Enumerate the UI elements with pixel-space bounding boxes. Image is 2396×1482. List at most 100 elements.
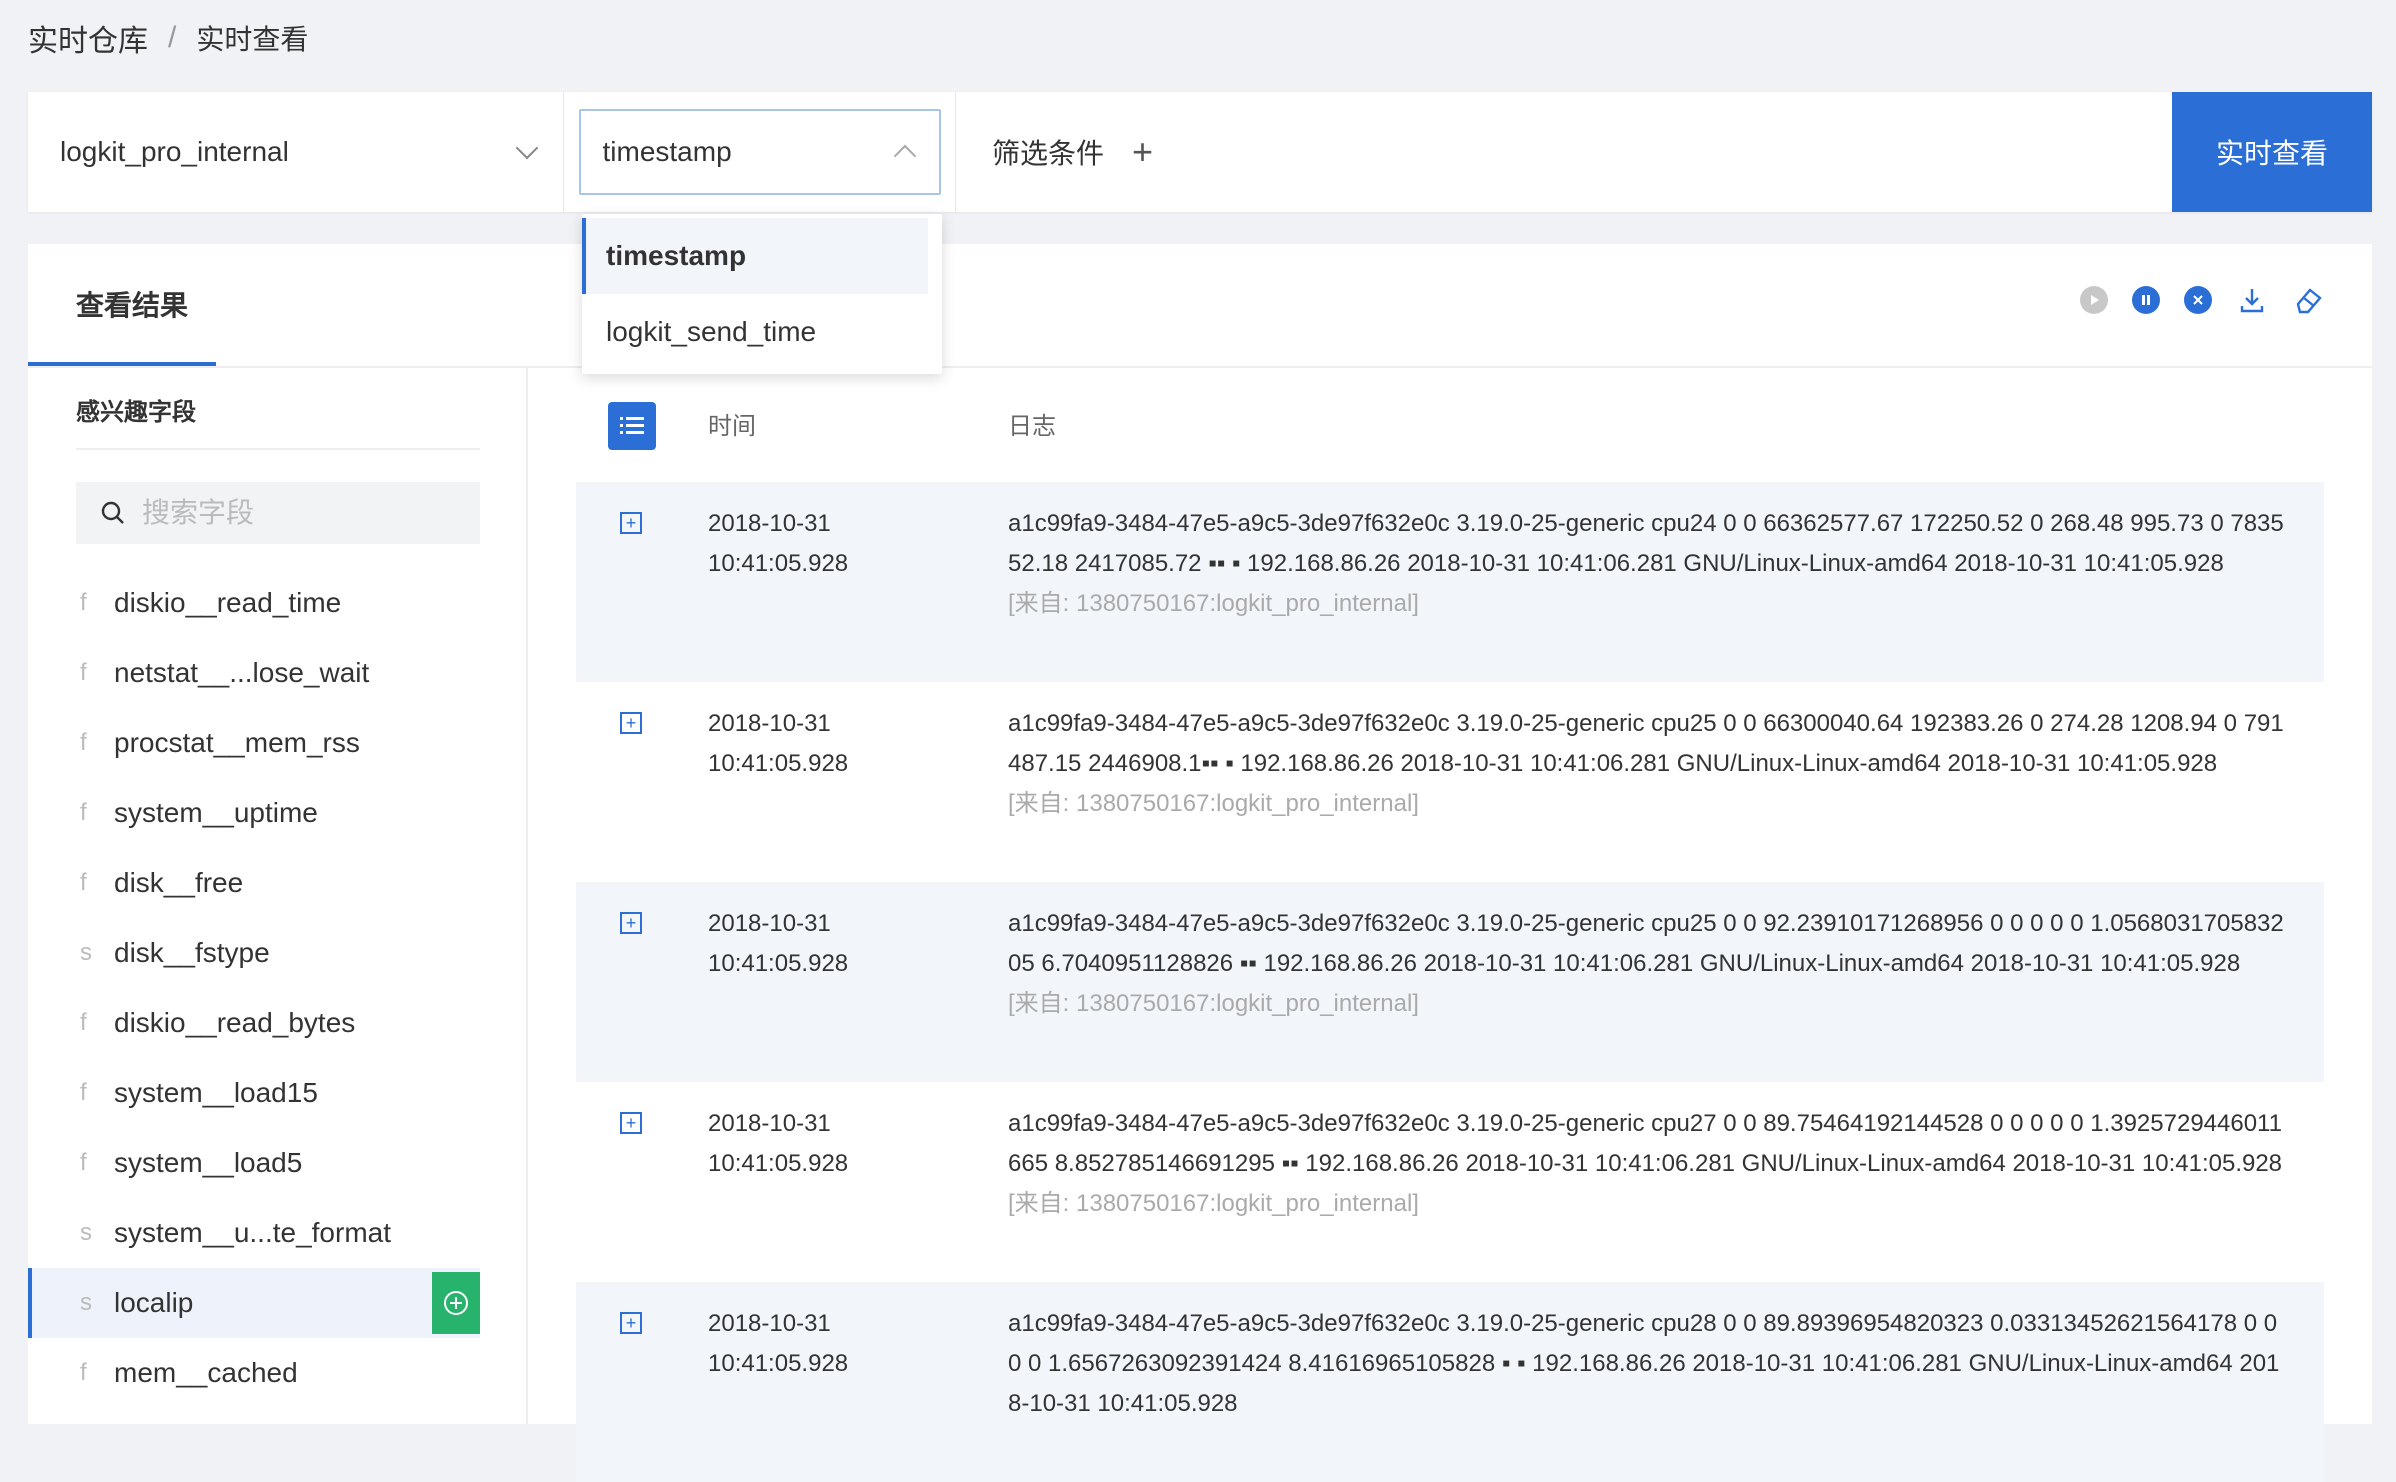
row-log-content: a1c99fa9-3484-47e5-a9c5-3de97f632e0c 3.1… (1008, 904, 2288, 1024)
field-name: disk__free (114, 867, 244, 898)
row-log-source: [来自: 1380750167:logkit_pro_internal] (1008, 990, 1419, 1017)
field-name: system__uptime (114, 797, 318, 828)
download-icon[interactable] (2236, 284, 2268, 316)
breadcrumb-separator: / (168, 21, 177, 54)
log-row: + 2018-10-31 10:41:05.928 a1c99fa9-3484-… (576, 1082, 2324, 1282)
row-date: 2018-10-31 (708, 510, 831, 537)
row-date: 2018-10-31 (708, 1310, 831, 1337)
field-item-localip[interactable]: s localip (28, 1268, 480, 1338)
row-timestamp: 2018-10-31 10:41:05.928 (708, 704, 848, 784)
eraser-icon[interactable] (2292, 284, 2324, 316)
field-type: f (80, 659, 87, 686)
field-type: f (80, 1359, 87, 1386)
row-timestamp: 2018-10-31 10:41:05.928 (708, 1304, 848, 1384)
row-time: 10:41:05.928 (708, 1150, 849, 1177)
pause-icon[interactable] (2132, 286, 2160, 314)
field-list: f diskio__read_time f netstat__...lose_w… (28, 568, 528, 1408)
row-log-content: a1c99fa9-3484-47e5-a9c5-3de97f632e0c 3.1… (1008, 704, 2288, 824)
row-log-text: a1c99fa9-3484-47e5-a9c5-3de97f632e0c 3.1… (1008, 1310, 2280, 1417)
field-type: s (80, 1289, 92, 1316)
expand-plus-icon[interactable]: + (620, 1312, 642, 1334)
field-type: f (80, 1149, 87, 1176)
result-actions (2080, 284, 2324, 316)
add-filter-icon[interactable]: + (1132, 134, 1153, 170)
field-item-netstat-close-wait[interactable]: f netstat__...lose_wait (28, 638, 528, 708)
filter-label: 筛选条件 (992, 138, 1105, 169)
sidebar-divider (76, 448, 480, 450)
field-name: disk__fstype (114, 937, 270, 968)
row-log-source: [来自: 1380750167:logkit_pro_internal] (1008, 1190, 1419, 1217)
row-timestamp: 2018-10-31 10:41:05.928 (708, 1104, 848, 1184)
realtime-view-button[interactable]: 实时查看 (2172, 92, 2372, 212)
field-item-system-load15[interactable]: f system__load15 (28, 1058, 528, 1128)
play-icon[interactable] (2080, 286, 2108, 314)
field-item-disk-free[interactable]: f disk__free (28, 848, 528, 918)
field-type: f (80, 589, 87, 616)
results-title[interactable]: 查看结果 (76, 284, 188, 324)
field-item-mem-cached[interactable]: f mem__cached (28, 1338, 528, 1408)
query-toolbar: logkit_pro_internal timestamp 筛选条件 + 实时查… (28, 92, 2372, 212)
field-type: f (80, 729, 87, 756)
field-name: system__u...te_format (114, 1217, 392, 1248)
row-log-source: [来自: 1380750167:logkit_pro_internal] (1008, 590, 1419, 617)
expand-plus-icon[interactable]: + (620, 1112, 642, 1134)
field-item-procstat-mem-rss[interactable]: f procstat__mem_rss (28, 708, 528, 778)
dropdown-option-timestamp[interactable]: timestamp (582, 218, 928, 294)
row-timestamp: 2018-10-31 10:41:05.928 (708, 904, 848, 984)
field-type: s (80, 939, 92, 966)
field-type: f (80, 799, 87, 826)
add-field-button[interactable] (432, 1272, 480, 1334)
field-item-system-uptime[interactable]: f system__uptime (28, 778, 528, 848)
log-table: 时间 日志 + 2018-10-31 10:41:05.928 a1c99fa9… (576, 368, 2324, 1482)
plus-circle-icon (444, 1291, 468, 1315)
field-search-box (76, 482, 480, 544)
field-name: netstat__...lose_wait (114, 657, 370, 688)
row-log-content: a1c99fa9-3484-47e5-a9c5-3de97f632e0c 3.1… (1008, 504, 2288, 624)
log-row: + 2018-10-31 10:41:05.928 a1c99fa9-3484-… (576, 482, 2324, 682)
field-name: localip (114, 1287, 194, 1318)
field-item-diskio-read-bytes[interactable]: f diskio__read_bytes (28, 988, 528, 1058)
breadcrumb-current: 实时查看 (196, 24, 309, 55)
list-view-icon[interactable] (608, 402, 656, 450)
field-item-system-load5[interactable]: f system__load5 (28, 1128, 528, 1198)
sidebar-title: 感兴趣字段 (76, 399, 196, 426)
row-log-content: a1c99fa9-3484-47e5-a9c5-3de97f632e0c 3.1… (1008, 1104, 2288, 1224)
close-icon[interactable] (2184, 286, 2212, 314)
field-search-input[interactable] (140, 496, 460, 530)
field-type: f (80, 1079, 87, 1106)
log-row: + 2018-10-31 10:41:05.928 a1c99fa9-3484-… (576, 682, 2324, 882)
field-item-system-uptime-format[interactable]: s system__u...te_format (28, 1198, 528, 1268)
row-log-text: a1c99fa9-3484-47e5-a9c5-3de97f632e0c 3.1… (1008, 910, 2284, 977)
row-date: 2018-10-31 (708, 1110, 831, 1137)
filter-area: 筛选条件 + (956, 92, 2172, 212)
row-log-source: [来自: 1380750167:logkit_pro_internal] (1008, 790, 1419, 817)
expand-plus-icon[interactable]: + (620, 912, 642, 934)
dropdown-option-logkit-send-time[interactable]: logkit_send_time (582, 294, 942, 370)
row-time: 10:41:05.928 (708, 950, 849, 977)
column-header-time: 时间 (708, 413, 756, 440)
repo-select-value: logkit_pro_internal (60, 136, 289, 167)
field-type: s (80, 1219, 92, 1246)
results-tab-indicator (28, 362, 216, 366)
chevron-down-icon (515, 136, 539, 160)
field-name: system__load15 (114, 1077, 318, 1108)
expand-plus-icon[interactable]: + (620, 512, 642, 534)
time-field-value: timestamp (602, 136, 732, 167)
row-time: 10:41:05.928 (708, 750, 849, 777)
field-name: system__load5 (114, 1147, 303, 1178)
column-header-log: 日志 (1008, 413, 1056, 440)
time-field-dropdown: timestamp logkit_send_time (582, 214, 942, 374)
field-item-disk-fstype[interactable]: s disk__fstype (28, 918, 528, 988)
time-field-wrap: timestamp (564, 92, 956, 212)
row-timestamp: 2018-10-31 10:41:05.928 (708, 504, 848, 584)
row-log-text: a1c99fa9-3484-47e5-a9c5-3de97f632e0c 3.1… (1008, 1110, 2283, 1177)
breadcrumb-root[interactable]: 实时仓库 (28, 16, 148, 60)
row-date: 2018-10-31 (708, 710, 831, 737)
field-item-diskio-read-time[interactable]: f diskio__read_time (28, 568, 528, 638)
expand-plus-icon[interactable]: + (620, 712, 642, 734)
breadcrumb: 实时仓库 / 实时查看 (28, 16, 308, 60)
time-field-select[interactable]: timestamp (578, 109, 941, 195)
row-log-text: a1c99fa9-3484-47e5-a9c5-3de97f632e0c 3.1… (1008, 510, 2284, 577)
repo-select[interactable]: logkit_pro_internal (28, 92, 564, 212)
log-row: + 2018-10-31 10:41:05.928 a1c99fa9-3484-… (576, 1282, 2324, 1482)
